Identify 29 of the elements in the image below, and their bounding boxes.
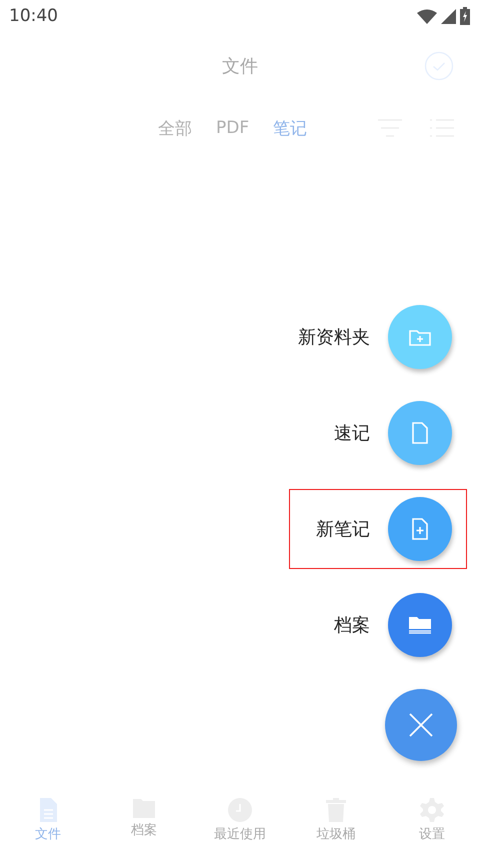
header-title: 文件 <box>222 55 258 78</box>
battery-icon <box>460 7 470 25</box>
action-label[interactable]: 新资料夹 <box>298 325 370 349</box>
action-label[interactable]: 新笔记 <box>316 517 370 541</box>
nav-tab[interactable]: 垃圾桶 <box>288 787 384 853</box>
action-button[interactable] <box>388 401 452 465</box>
nav-tab[interactable]: 设置 <box>384 787 480 853</box>
nav-tab[interactable]: 最近使用 <box>192 787 288 853</box>
nav-tab[interactable]: 档案 <box>96 787 192 853</box>
check-circle-icon[interactable] <box>424 51 454 81</box>
filter-tab[interactable]: 全部 <box>158 116 192 140</box>
signal-icon <box>441 8 456 24</box>
page-plus-icon <box>411 518 429 540</box>
status-time: 10:40 <box>9 6 58 26</box>
action-label[interactable]: 速记 <box>334 421 370 445</box>
archive-folder-icon <box>408 615 432 635</box>
wifi-icon <box>417 8 437 24</box>
action-button[interactable] <box>388 593 452 657</box>
close-icon <box>409 713 433 737</box>
filter-tab[interactable]: PDF <box>216 118 250 138</box>
nav-tab[interactable]: 文件 <box>0 787 96 853</box>
action-label[interactable]: 档案 <box>334 613 370 637</box>
action-button[interactable] <box>388 497 452 561</box>
folder-plus-icon <box>409 328 431 346</box>
close-button[interactable] <box>385 689 457 761</box>
page-icon <box>411 422 429 444</box>
filter-tab[interactable]: 笔记 <box>273 116 308 140</box>
file-icon <box>37 797 59 823</box>
action-button[interactable] <box>388 305 452 369</box>
